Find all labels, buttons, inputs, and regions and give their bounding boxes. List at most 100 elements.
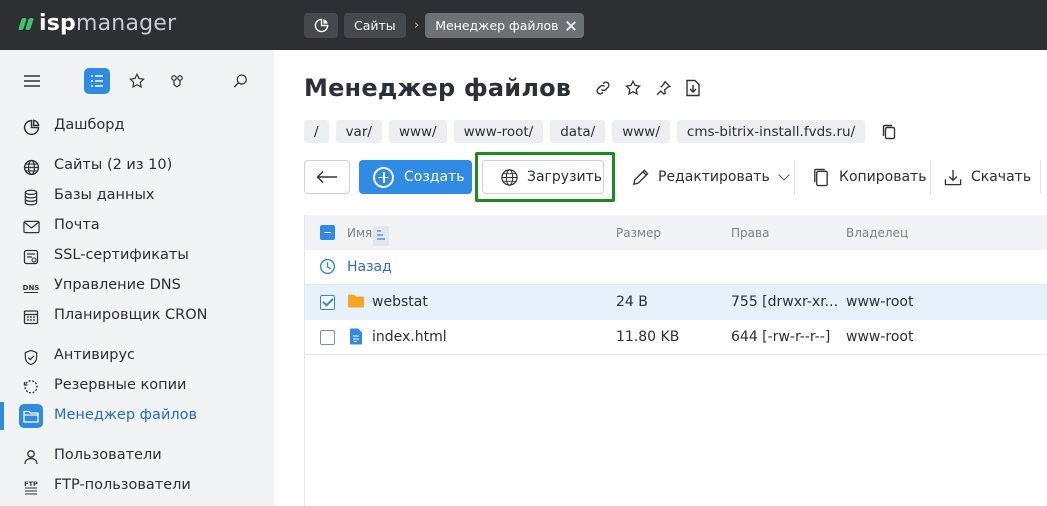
path-segment-site[interactable]: cms-bitrix-install.fvds.ru/ bbox=[676, 120, 866, 143]
create-button[interactable]: Создать bbox=[359, 160, 472, 194]
sidebar-item-label: Дашборд bbox=[54, 117, 125, 133]
sidebar: Дашборд Сайты (2 из 10) Базы данных Почт… bbox=[0, 50, 274, 506]
calendar-icon bbox=[22, 308, 40, 326]
more-actions-button[interactable] bbox=[1040, 160, 1047, 194]
sort-icon[interactable] bbox=[373, 226, 389, 246]
table-header: Имя Размер Права Владелец bbox=[305, 215, 1047, 250]
sidebar-item-label: Менеджер файлов bbox=[54, 407, 198, 423]
download-button[interactable]: Скачать bbox=[930, 160, 1031, 194]
sidebar-item-backups[interactable]: Резервные копии bbox=[0, 372, 274, 400]
back-link[interactable]: Назад bbox=[347, 259, 392, 275]
file-name[interactable]: index.html bbox=[372, 329, 447, 345]
breadcrumb-file-manager[interactable]: Менеджер файлов bbox=[425, 13, 584, 38]
globe-icon bbox=[22, 158, 40, 176]
path-segment-root[interactable]: / bbox=[304, 120, 329, 143]
sidebar-item-label: FTP-пользователи bbox=[54, 477, 191, 493]
breadcrumb: Сайты › Менеджер файлов bbox=[304, 13, 584, 38]
path-segment-data[interactable]: data/ bbox=[550, 120, 606, 143]
sidebar-item-mail[interactable]: Почта bbox=[0, 212, 274, 240]
file-size: 11.80 KB bbox=[616, 329, 680, 345]
favorites-star-icon[interactable] bbox=[124, 68, 150, 94]
ftp-icon: FTP bbox=[22, 478, 40, 496]
sidebar-item-dashboard[interactable]: Дашборд bbox=[0, 112, 274, 140]
pinned-icon[interactable] bbox=[164, 68, 190, 94]
file-name[interactable]: webstat bbox=[372, 294, 428, 310]
file-permissions: 755 [drwxr-xr... bbox=[731, 294, 839, 310]
user-icon bbox=[22, 448, 40, 466]
back-button[interactable] bbox=[304, 160, 350, 194]
sidebar-item-antivirus[interactable]: Антивирус bbox=[0, 342, 274, 370]
path-breadcrumb: / var/ www/ www-root/ data/ www/ cms-bit… bbox=[304, 120, 898, 143]
arrow-left-icon bbox=[316, 171, 337, 183]
path-segment-www[interactable]: www/ bbox=[388, 120, 447, 143]
html-file-icon bbox=[349, 328, 363, 349]
plus-circle-icon bbox=[373, 166, 394, 188]
ispmanager-logo[interactable]: ispmanager bbox=[18, 11, 176, 37]
sidebar-item-users[interactable]: Пользователи bbox=[0, 442, 274, 470]
breadcrumb-file-manager-label: Менеджер файлов bbox=[435, 18, 559, 33]
sidebar-item-label: Пользователи bbox=[54, 447, 162, 463]
certificate-icon bbox=[22, 248, 40, 266]
breadcrumb-sites[interactable]: Сайты bbox=[344, 13, 406, 38]
download-icon bbox=[943, 167, 963, 187]
sidebar-item-file-manager[interactable]: Менеджер файлов bbox=[0, 402, 274, 430]
sidebar-item-label: Антивирус bbox=[54, 347, 135, 363]
column-name[interactable]: Имя bbox=[347, 226, 372, 240]
copy-button[interactable]: Копировать bbox=[794, 160, 926, 194]
chevron-down-icon bbox=[778, 169, 790, 181]
list-view-icon[interactable] bbox=[84, 68, 110, 94]
dashboard-icon bbox=[22, 118, 40, 136]
row-checkbox[interactable] bbox=[320, 295, 335, 310]
table-row[interactable]: index.html 11.80 KB 644 [-rw-r--r--] www… bbox=[305, 320, 1047, 355]
copy-path-icon[interactable] bbox=[880, 123, 898, 141]
pencil-icon bbox=[630, 167, 650, 187]
logo-manager: manager bbox=[75, 11, 177, 36]
database-icon bbox=[22, 188, 40, 206]
column-size[interactable]: Размер bbox=[616, 226, 661, 240]
upload-button[interactable]: Загрузить bbox=[482, 160, 604, 194]
edit-button-label: Редактировать bbox=[658, 169, 770, 185]
table-row[interactable]: webstat 24 B 755 [drwxr-xr... www-root bbox=[305, 285, 1047, 320]
pin-icon[interactable] bbox=[653, 78, 673, 98]
dashboard-icon bbox=[314, 18, 328, 33]
sidebar-item-label: Резервные копии bbox=[54, 377, 187, 393]
sidebar-item-ssl[interactable]: SSL-сертификаты bbox=[0, 242, 274, 270]
column-owner[interactable]: Владелец bbox=[846, 226, 908, 240]
row-checkbox[interactable] bbox=[320, 330, 335, 345]
top-bar: ispmanager Сайты › Менеджер файлов bbox=[0, 0, 1047, 50]
breadcrumb-dashboard[interactable] bbox=[304, 13, 338, 38]
favorite-star-icon[interactable] bbox=[623, 78, 643, 98]
sidebar-item-ftp-users[interactable]: FTP FTP-пользователи bbox=[0, 472, 274, 500]
title-actions bbox=[593, 78, 713, 98]
column-permissions[interactable]: Права bbox=[731, 226, 769, 240]
file-permissions: 644 [-rw-r--r--] bbox=[731, 329, 831, 345]
title-row: Менеджер файлов bbox=[304, 72, 713, 104]
upload-globe-icon bbox=[499, 167, 519, 187]
sidebar-item-cron[interactable]: Планировщик CRON bbox=[0, 302, 274, 330]
svg-text:FTP: FTP bbox=[24, 480, 38, 488]
logo-isp: isp bbox=[39, 11, 76, 36]
path-segment-var[interactable]: var/ bbox=[335, 120, 382, 143]
hamburger-menu-icon[interactable] bbox=[19, 68, 45, 94]
download-page-icon[interactable] bbox=[683, 78, 703, 98]
sidebar-item-label: Планировщик CRON bbox=[54, 307, 208, 323]
select-all-checkbox[interactable] bbox=[320, 225, 335, 240]
copy-button-label: Копировать bbox=[839, 169, 927, 185]
sidebar-item-label: Почта bbox=[54, 217, 100, 233]
mail-icon bbox=[22, 218, 40, 236]
close-icon[interactable] bbox=[566, 21, 576, 31]
logo-mark-icon bbox=[18, 17, 34, 31]
file-size: 24 B bbox=[616, 294, 648, 310]
download-button-label: Скачать bbox=[971, 169, 1032, 185]
edit-button[interactable]: Редактировать bbox=[622, 160, 790, 194]
shield-icon bbox=[22, 348, 40, 366]
back-row[interactable]: Назад bbox=[305, 250, 1047, 285]
path-segment-www-2[interactable]: www/ bbox=[612, 120, 670, 143]
sidebar-item-databases[interactable]: Базы данных bbox=[0, 182, 274, 210]
sidebar-item-label: Управление DNS bbox=[54, 277, 181, 293]
sidebar-item-dns[interactable]: DNS Управление DNS bbox=[0, 272, 274, 300]
search-icon[interactable] bbox=[228, 68, 254, 94]
link-icon[interactable] bbox=[593, 78, 613, 98]
sidebar-item-sites[interactable]: Сайты (2 из 10) bbox=[0, 152, 274, 180]
path-segment-www-root[interactable]: www-root/ bbox=[453, 120, 544, 143]
